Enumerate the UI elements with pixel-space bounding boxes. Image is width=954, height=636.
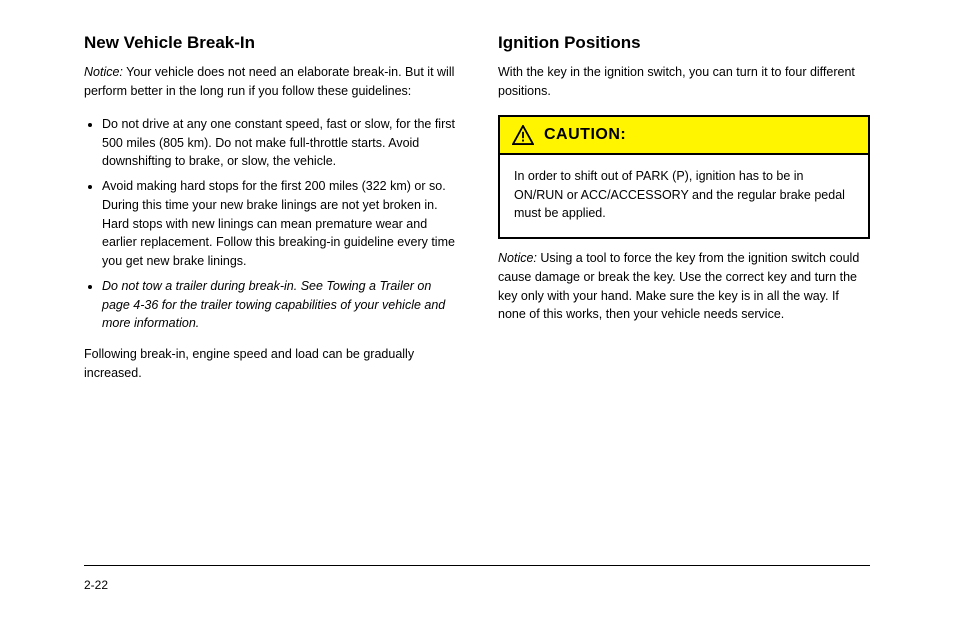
page-content: New Vehicle Break-In Notice: Your vehicl… (84, 32, 870, 602)
closing-text: Following break-in, engine speed and loa… (84, 345, 456, 383)
list-item-text: Do not tow a trailer during break-in. Se… (102, 279, 445, 331)
right-notice: Notice: Using a tool to force the key fr… (498, 249, 870, 324)
right-column: Ignition Positions With the key in the i… (498, 32, 870, 562)
caution-box: CAUTION: In order to shift out of PARK (… (498, 115, 870, 239)
caution-header: CAUTION: (500, 117, 868, 155)
left-heading: New Vehicle Break-In (84, 32, 456, 53)
notice-text: Using a tool to force the key from the i… (498, 251, 859, 321)
left-notice: Notice: Your vehicle does not need an el… (84, 63, 456, 101)
page-number: 2-22 (84, 578, 108, 592)
notice-label: Notice: (498, 251, 537, 265)
footer-rule (84, 565, 870, 566)
list-item-text: Avoid making hard stops for the first 20… (102, 179, 455, 268)
two-column-layout: New Vehicle Break-In Notice: Your vehicl… (84, 32, 870, 562)
caution-body: In order to shift out of PARK (P), ignit… (500, 155, 868, 237)
left-column: New Vehicle Break-In Notice: Your vehicl… (84, 32, 456, 562)
warning-triangle-icon (512, 125, 534, 145)
notice-label: Notice: (84, 65, 123, 79)
right-heading: Ignition Positions (498, 32, 870, 53)
right-intro: With the key in the ignition switch, you… (498, 63, 870, 101)
caution-label: CAUTION: (544, 126, 626, 144)
notice-text: Your vehicle does not need an elaborate … (84, 65, 454, 98)
list-item: Do not drive at any one constant speed, … (102, 115, 456, 171)
list-item: Avoid making hard stops for the first 20… (102, 177, 456, 271)
bullet-list: Do not drive at any one constant speed, … (84, 115, 456, 339)
list-item: Do not tow a trailer during break-in. Se… (102, 277, 456, 333)
